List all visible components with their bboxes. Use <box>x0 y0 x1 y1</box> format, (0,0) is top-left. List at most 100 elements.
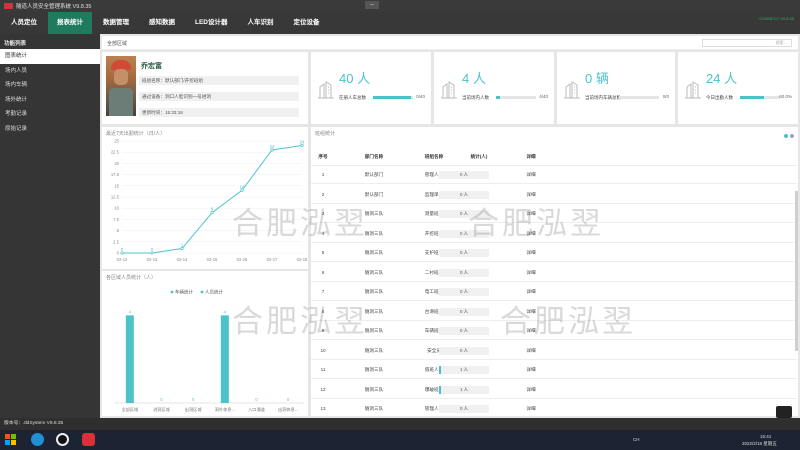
top-nav: 人员定位 报表统计 数据管理 感知数据 LED设计器 人车识别 定位设备 CON… <box>0 12 800 34</box>
title-bar: 隧道人员安全管理系统 V9.8.35 – <box>0 0 800 12</box>
y-tick-label: 22.5 <box>111 150 120 155</box>
count-value: 0 人 <box>459 269 469 275</box>
tab-report-statistics[interactable]: 报表统计 <box>48 12 92 34</box>
corner-widget-icon[interactable] <box>776 406 792 418</box>
data-point <box>240 188 244 192</box>
pager-dot-icon[interactable] <box>790 134 794 138</box>
data-label: 23 <box>270 144 275 149</box>
x-tick-label: 洞外休息... <box>215 406 235 413</box>
minimize-icon[interactable]: – <box>365 1 379 9</box>
building-icon <box>564 81 580 99</box>
count-value: 0 人 <box>459 289 469 294</box>
stat-progress-bar <box>619 96 659 99</box>
sidebar-header: 功能列表 <box>4 41 27 47</box>
stat-ratio: 4/40 <box>539 94 548 99</box>
team-stats-panel: 班组统计 序号 部门名称 班组名称 统计(人) 详细 1 默认部门 管理人员 0 人详… <box>311 127 798 416</box>
tab-positioning-devices[interactable]: 定位设备 <box>285 12 329 34</box>
detail-link[interactable]: 详细 <box>516 381 546 399</box>
data-label: 4 <box>224 309 227 314</box>
watermark: 合肥泓翌 <box>232 206 368 242</box>
area-label[interactable]: 全部区域 <box>107 40 127 47</box>
pager-dot-icon[interactable] <box>784 134 788 138</box>
app-logo <box>4 3 13 9</box>
qq-icon[interactable] <box>56 433 69 446</box>
header-cell: 详细 <box>526 154 536 159</box>
stat-ratio: 0/0 <box>662 94 669 99</box>
stat-label: 在册人车总数 <box>339 95 366 100</box>
count-indicator <box>439 366 441 374</box>
count-value: 0 人 <box>459 347 469 353</box>
sidebar: 功能列表 图表统计 场内人员 场内车辆 场外统计 考勤记录 原始记录 <box>0 34 100 418</box>
count-value: 1 人 <box>459 386 469 392</box>
area-bar-chart: 车辆统计 人员统计 4 全部区域 0 进洞区域 0 出洞区域 4 洞外休息... 0 入口通道 0 出洞休… <box>114 289 304 413</box>
tab-face-vehicle-recognition[interactable]: 人车识别 <box>239 12 283 34</box>
data-label: 0 <box>160 397 163 402</box>
y-tick-label: 0 <box>117 251 120 256</box>
detail-link[interactable]: 详细 <box>516 400 546 416</box>
tab-personnel-positioning[interactable]: 人员定位 <box>2 12 46 34</box>
clock-date[interactable]: 2022/2/18 星期五 <box>742 441 777 447</box>
data-point <box>150 251 154 255</box>
x-tick-label: 全部区域 <box>121 406 139 413</box>
sidebar-item-offsite-stats[interactable]: 场外统计 <box>0 93 100 108</box>
x-tick-label: 进洞区域 <box>153 406 171 413</box>
person-team: 班组名称：默认部门/开挖班组 <box>139 76 299 85</box>
stat-value: 24 人 <box>706 71 738 86</box>
input-lang[interactable]: CH <box>633 437 640 442</box>
header-cell: 统计(人) <box>470 154 488 159</box>
detail-link[interactable]: 详细 <box>516 361 546 379</box>
count-value: 0 人 <box>459 172 469 177</box>
y-tick-label: 20 <box>114 161 119 166</box>
data-label: 0 <box>151 247 154 252</box>
watermark: 合肥泓翌 <box>500 304 636 340</box>
header-cell: 序号 <box>318 154 328 159</box>
y-tick-label: 17.5 <box>111 172 120 177</box>
legend-marker <box>170 290 174 294</box>
app-window: 隧道人员安全管理系统 V9.8.35 – 人员定位 报表统计 数据管理 感知数据… <box>0 0 800 450</box>
stat-card-onsite-vehicles: 0 辆 当前场内车辆总数 0/0 <box>557 52 675 124</box>
bar <box>125 315 134 403</box>
table-header-row: 序号 部门名称 班组名称 统计(人) 详细 <box>311 148 797 166</box>
detail-link[interactable]: 详细 <box>516 342 546 360</box>
sidebar-item-attendance-records[interactable]: 考勤记录 <box>0 107 100 122</box>
stat-card-onsite-personnel: 4 人 当前场内人数 4/40 <box>434 52 554 124</box>
department-cell: 隧洞三队 <box>364 250 384 255</box>
x-tick-label: 02-17 <box>267 257 278 262</box>
data-label: 9 <box>211 207 214 212</box>
person-time: 更新时间：15:33:18 <box>139 108 299 117</box>
data-point <box>300 143 304 148</box>
count-value: 1 人 <box>459 367 469 372</box>
table-row: 1 默认部门 管理人员 0 人详细 <box>311 166 797 184</box>
latest-person-card: 乔宏富 班组名称：默认部门/开挖班组 通过设备：洞口人脸识别一号进洞 更新时间：… <box>102 52 308 124</box>
y-tick-label: 15 <box>114 183 119 188</box>
data-point <box>120 251 124 255</box>
app-taskbar-icon[interactable] <box>82 433 95 446</box>
row-index: 13 <box>320 406 326 411</box>
sidebar-item-onsite-vehicles[interactable]: 场内车辆 <box>0 78 100 93</box>
count-indicator <box>439 385 441 394</box>
tab-sensor-data[interactable]: 感知数据 <box>140 12 184 34</box>
tab-led-designer[interactable]: LED设计器 <box>186 12 237 34</box>
tab-data-management[interactable]: 数据管理 <box>94 12 138 34</box>
count-value: 0 人 <box>459 211 469 216</box>
stat-label: 当前场内车辆总数 <box>585 95 621 100</box>
windows-start-icon[interactable] <box>5 434 16 445</box>
sidebar-item-onsite-personnel[interactable]: 场内人员 <box>0 64 100 79</box>
row-index: 11 <box>320 367 326 372</box>
watermark: 合肥泓翌 <box>232 304 368 340</box>
stat-progress-bar <box>373 96 413 99</box>
table-title: 班组统计 <box>315 131 336 137</box>
stat-progress-fill <box>373 96 411 99</box>
table-scrollbar[interactable] <box>795 191 798 351</box>
clock-time[interactable]: 15:41 <box>760 434 771 439</box>
window-title: 隧道人员安全管理系统 V9.8.35 <box>16 4 92 10</box>
detail-link[interactable]: 详细 <box>516 264 546 282</box>
search-input[interactable]: 搜索... <box>702 39 792 47</box>
detail-link[interactable]: 详细 <box>516 244 546 262</box>
sidebar-item-chart-stats[interactable]: 图表统计 <box>0 49 100 64</box>
department-cell: 默认部门 <box>364 172 384 177</box>
detail-link[interactable]: 详细 <box>516 166 546 184</box>
ie-browser-icon[interactable] <box>31 433 44 446</box>
y-tick-label: 10 <box>114 206 119 211</box>
sidebar-item-raw-records[interactable]: 原始记录 <box>0 122 100 137</box>
